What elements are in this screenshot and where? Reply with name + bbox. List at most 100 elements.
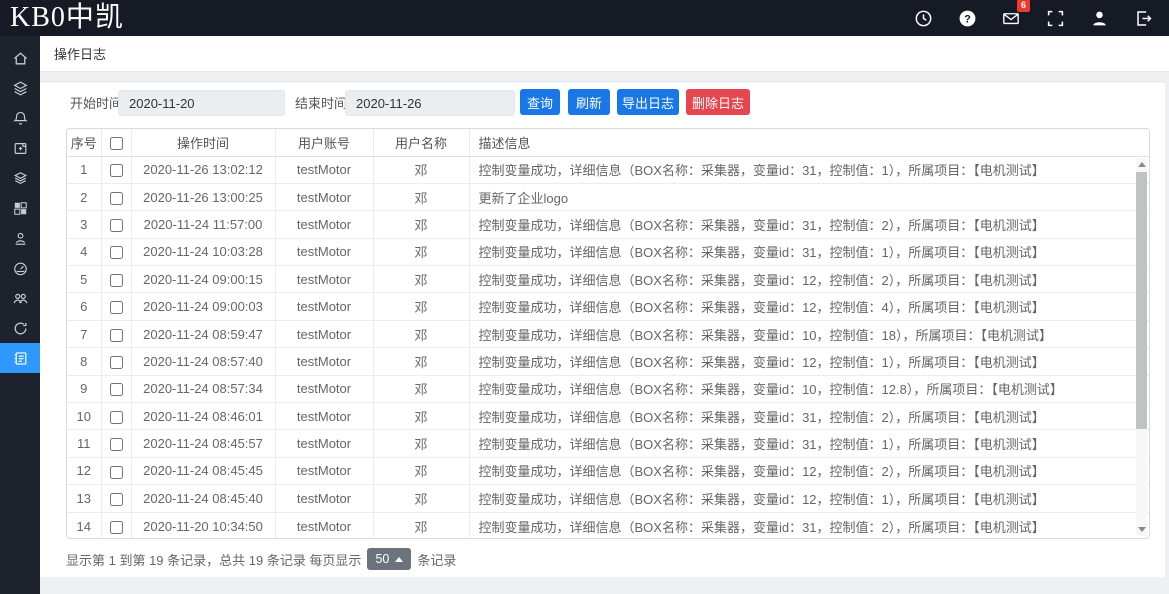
add-window-icon (12, 140, 29, 157)
row-account: testMotor (275, 183, 373, 210)
row-checkbox[interactable] (110, 438, 123, 451)
table-scrollbar[interactable] (1136, 158, 1147, 536)
row-checkbox[interactable] (110, 493, 123, 506)
sidebar-item-add-app[interactable] (0, 133, 40, 163)
row-seq: 7 (67, 320, 101, 347)
row-checkbox[interactable] (110, 411, 123, 424)
row-username: 邓 (373, 320, 469, 347)
breadcrumb: 操作日志 (40, 36, 1169, 72)
row-checkbox[interactable] (110, 383, 123, 396)
row-username: 邓 (373, 348, 469, 375)
end-date-input[interactable] (345, 90, 515, 116)
table-row[interactable]: 3 2020-11-24 11:57:00 testMotor 邓 控制变量成功… (67, 211, 1149, 238)
row-checkbox[interactable] (110, 219, 123, 232)
table-row[interactable]: 12 2020-11-24 08:45:45 testMotor 邓 控制变量成… (67, 457, 1149, 484)
row-checkbox[interactable] (110, 301, 123, 314)
row-checkbox[interactable] (110, 274, 123, 287)
gauge-icon (12, 260, 29, 277)
team-icon (12, 290, 29, 307)
row-time: 2020-11-24 08:45:57 (131, 430, 275, 457)
row-account: testMotor (275, 156, 373, 183)
sidebar-item-monitor[interactable] (0, 223, 40, 253)
row-time: 2020-11-24 11:57:00 (131, 211, 275, 238)
table-row[interactable]: 11 2020-11-24 08:45:57 testMotor 邓 控制变量成… (67, 430, 1149, 457)
row-account: testMotor (275, 457, 373, 484)
row-checkbox-cell (101, 320, 131, 347)
query-button[interactable]: 查询 (520, 89, 560, 115)
row-checkbox[interactable] (110, 466, 123, 479)
sidebar-item-home[interactable] (0, 43, 40, 73)
brand-logo[interactable]: KB0中凯 (0, 1, 124, 35)
fullscreen-icon[interactable] (1045, 8, 1065, 28)
row-username: 邓 (373, 430, 469, 457)
row-description: 控制变量成功，详细信息（BOX名称：采集器，变量id：31，控制值：2），所属项… (469, 211, 1149, 238)
row-seq: 3 (67, 211, 101, 238)
clock-icon[interactable] (913, 8, 933, 28)
export-logs-button[interactable]: 导出日志 (617, 89, 679, 115)
row-checkbox-cell (101, 430, 131, 457)
row-description: 控制变量成功，详细信息（BOX名称：采集器，变量id：12，控制值：1），所属项… (469, 348, 1149, 375)
table-row[interactable]: 10 2020-11-24 08:46:01 testMotor 邓 控制变量成… (67, 403, 1149, 430)
row-account: testMotor (275, 485, 373, 512)
table-header-row: 序号 操作时间 用户账号 用户名称 描述信息 (67, 129, 1149, 156)
sidebar-item-team[interactable] (0, 283, 40, 313)
user-icon[interactable] (1089, 8, 1109, 28)
row-seq: 6 (67, 293, 101, 320)
row-checkbox-cell (101, 457, 131, 484)
row-username: 邓 (373, 403, 469, 430)
sync-icon (12, 320, 29, 337)
table-row[interactable]: 5 2020-11-24 09:00:15 testMotor 邓 控制变量成功… (67, 266, 1149, 293)
table-row[interactable]: 8 2020-11-24 08:57:40 testMotor 邓 控制变量成功… (67, 348, 1149, 375)
sidebar-item-alerts[interactable] (0, 103, 40, 133)
help-icon[interactable]: ? (957, 8, 977, 28)
row-username: 邓 (373, 238, 469, 265)
row-checkbox[interactable] (110, 521, 123, 534)
row-checkbox[interactable] (110, 356, 123, 369)
header-account: 用户账号 (275, 129, 373, 156)
row-seq: 13 (67, 485, 101, 512)
scrollbar-thumb[interactable] (1136, 172, 1147, 429)
row-time: 2020-11-24 08:57:34 (131, 375, 275, 402)
bell-icon (12, 110, 29, 127)
row-account: testMotor (275, 211, 373, 238)
sidebar-item-dashboard[interactable] (0, 253, 40, 283)
row-description: 控制变量成功，详细信息（BOX名称：采集器，变量id：31，控制值：1），所属项… (469, 156, 1149, 183)
sidebar-item-devices[interactable] (0, 73, 40, 103)
row-account: testMotor (275, 320, 373, 347)
table-row[interactable]: 2 2020-11-26 13:00:25 testMotor 邓 更新了企业l… (67, 183, 1149, 210)
row-account: testMotor (275, 293, 373, 320)
table-row[interactable]: 1 2020-11-26 13:02:12 testMotor 邓 控制变量成功… (67, 156, 1149, 183)
select-all-checkbox[interactable] (110, 137, 123, 150)
row-checkbox[interactable] (110, 246, 123, 259)
sidebar-item-logs[interactable] (0, 343, 40, 373)
scroll-down-icon[interactable] (1138, 527, 1146, 532)
page-size-dropdown[interactable]: 50 (367, 548, 411, 570)
caret-up-icon (395, 557, 403, 562)
logout-icon[interactable] (1133, 8, 1153, 28)
table-row[interactable]: 4 2020-11-24 10:03:28 testMotor 邓 控制变量成功… (67, 238, 1149, 265)
scroll-up-icon[interactable] (1138, 162, 1146, 167)
row-checkbox[interactable] (110, 164, 123, 177)
row-checkbox[interactable] (110, 329, 123, 342)
pagination: 显示第 1 到第 19 条记录，总共 19 条记录 每页显示 50 条记录 (66, 546, 456, 572)
end-time-label: 结束时间: (295, 94, 351, 114)
header-time: 操作时间 (131, 129, 275, 156)
row-checkbox[interactable] (110, 192, 123, 205)
start-date-input[interactable] (118, 90, 285, 116)
svg-text:?: ? (964, 13, 971, 25)
table-row[interactable]: 7 2020-11-24 08:59:47 testMotor 邓 控制变量成功… (67, 320, 1149, 347)
mail-icon[interactable]: 6 (1001, 8, 1021, 28)
table-row[interactable]: 9 2020-11-24 08:57:34 testMotor 邓 控制变量成功… (67, 375, 1149, 402)
header-username: 用户名称 (373, 129, 469, 156)
table-row[interactable]: 14 2020-11-20 10:34:50 testMotor 邓 控制变量成… (67, 512, 1149, 539)
sidebar-item-layers[interactable] (0, 163, 40, 193)
table-row[interactable]: 6 2020-11-24 09:00:03 testMotor 邓 控制变量成功… (67, 293, 1149, 320)
delete-logs-button[interactable]: 删除日志 (686, 89, 750, 115)
row-checkbox-cell (101, 348, 131, 375)
sidebar-item-sync[interactable] (0, 313, 40, 343)
sidebar-item-apps[interactable] (0, 193, 40, 223)
row-username: 邓 (373, 512, 469, 539)
refresh-button[interactable]: 刷新 (568, 89, 610, 115)
pagination-unit: 条记录 (417, 550, 456, 569)
table-row[interactable]: 13 2020-11-24 08:45:40 testMotor 邓 控制变量成… (67, 485, 1149, 512)
